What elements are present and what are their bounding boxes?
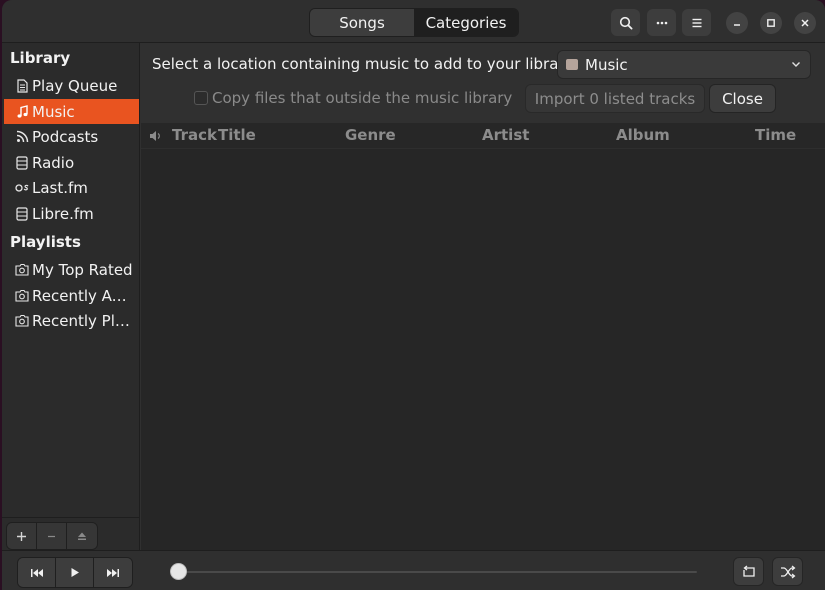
location-value: Music — [585, 55, 628, 74]
library-section-title: Library — [10, 49, 71, 67]
sidebar: Library Play Queue Music Podcasts Radio — [2, 43, 140, 517]
app-window: Songs Categories Library Play Queue Musi… — [2, 0, 825, 590]
copy-files-option: Copy files that outside the music librar… — [194, 89, 512, 107]
view-switcher: Songs Categories — [309, 8, 519, 37]
sidebar-item-label: Podcasts — [32, 127, 99, 146]
column-header-album[interactable]: Album — [616, 126, 670, 144]
column-header-track[interactable]: Track — [172, 126, 217, 144]
sidebar-item-recently-added[interactable]: Recently Added — [4, 283, 139, 308]
folder-icon — [566, 59, 578, 70]
column-header-title[interactable]: Title — [218, 126, 256, 144]
more-icon — [656, 21, 667, 24]
sidebar-item-label: Libre.fm — [32, 204, 94, 223]
search-button[interactable] — [611, 9, 640, 36]
seek-slider-handle[interactable] — [170, 563, 187, 580]
sidebar-item-label: Music — [32, 102, 75, 121]
sidebar-toolbar — [2, 517, 140, 550]
sidebar-item-music[interactable]: Music — [4, 99, 139, 124]
previous-icon — [30, 568, 43, 577]
document-icon — [14, 78, 30, 94]
tab-categories[interactable]: Categories — [414, 9, 518, 36]
header-bar: Songs Categories — [2, 0, 825, 43]
search-icon — [619, 16, 633, 30]
column-header-artist[interactable]: Artist — [482, 126, 529, 144]
sidebar-item-radio[interactable]: Radio — [4, 150, 139, 175]
shuffle-button[interactable] — [772, 557, 803, 586]
playlists-section-title: Playlists — [10, 233, 81, 251]
repeat-icon — [742, 564, 755, 577]
sidebar-item-label: Play Queue — [32, 76, 118, 95]
import-bar: Select a location containing music to ad… — [141, 43, 825, 123]
close-icon — [801, 19, 809, 27]
speaker-icon — [150, 131, 160, 141]
track-list[interactable]: Track Title Genre Artist Album Time — [141, 123, 825, 550]
sidebar-item-podcasts[interactable]: Podcasts — [4, 124, 139, 149]
close-import-button[interactable]: Close — [709, 84, 776, 113]
previous-button[interactable] — [18, 558, 56, 587]
rss-icon — [14, 129, 30, 145]
copy-files-checkbox[interactable] — [194, 91, 208, 105]
playlist-icon — [14, 288, 30, 304]
minimize-button[interactable] — [726, 12, 748, 34]
sidebar-item-label: Recently Played — [32, 311, 136, 330]
sidebar-item-librefm[interactable]: Libre.fm — [4, 201, 139, 226]
repeat-button[interactable] — [733, 557, 764, 586]
menu-icon — [692, 18, 701, 27]
maximize-icon — [767, 19, 775, 27]
menu-button[interactable] — [682, 9, 711, 36]
play-button[interactable] — [56, 558, 94, 587]
next-button[interactable] — [94, 558, 132, 587]
remove-icon — [48, 535, 55, 537]
import-tracks-button[interactable]: Import 0 listed tracks — [525, 84, 705, 113]
copy-files-label: Copy files that outside the music librar… — [212, 89, 513, 107]
tab-songs[interactable]: Songs — [310, 9, 414, 36]
close-window-button[interactable] — [794, 12, 816, 34]
minimize-icon — [734, 24, 740, 26]
sidebar-item-label: Last.fm — [32, 178, 88, 197]
more-button[interactable] — [647, 9, 676, 36]
chevron-down-icon — [792, 62, 800, 67]
sidebar-item-label: Radio — [32, 153, 75, 172]
eject-button[interactable] — [67, 523, 97, 549]
import-location-label: Select a location containing music to ad… — [152, 55, 578, 73]
lastfm-icon — [14, 180, 30, 196]
track-list-header: Track Title Genre Artist Album Time — [141, 123, 825, 149]
shuffle-icon — [780, 565, 795, 578]
sidebar-item-my-top-rated[interactable]: My Top Rated — [4, 257, 139, 282]
column-header-genre[interactable]: Genre — [345, 126, 396, 144]
remove-source-button[interactable] — [37, 523, 67, 549]
radio-icon — [14, 206, 30, 222]
player-bar — [2, 550, 825, 590]
seek-slider[interactable] — [174, 571, 697, 573]
playlist-icon — [14, 262, 30, 278]
sidebar-item-play-queue[interactable]: Play Queue — [4, 73, 139, 98]
add-source-button[interactable] — [7, 523, 37, 549]
sidebar-item-label: My Top Rated — [32, 260, 133, 279]
location-chooser[interactable]: Music — [557, 50, 811, 79]
transport-controls — [17, 557, 133, 588]
play-icon — [71, 568, 79, 577]
add-icon — [17, 531, 26, 541]
music-note-icon — [14, 104, 30, 120]
sidebar-item-label: Recently Added — [32, 286, 136, 305]
column-header-time[interactable]: Time — [755, 126, 796, 144]
next-icon — [107, 568, 119, 577]
sidebar-item-recently-played[interactable]: Recently Played — [4, 308, 139, 333]
now-playing-column-header[interactable] — [149, 128, 162, 146]
maximize-button[interactable] — [760, 12, 782, 34]
eject-icon — [78, 532, 86, 540]
sidebar-item-lastfm[interactable]: Last.fm — [4, 175, 139, 200]
radio-icon — [14, 155, 30, 171]
playlist-icon — [14, 313, 30, 329]
